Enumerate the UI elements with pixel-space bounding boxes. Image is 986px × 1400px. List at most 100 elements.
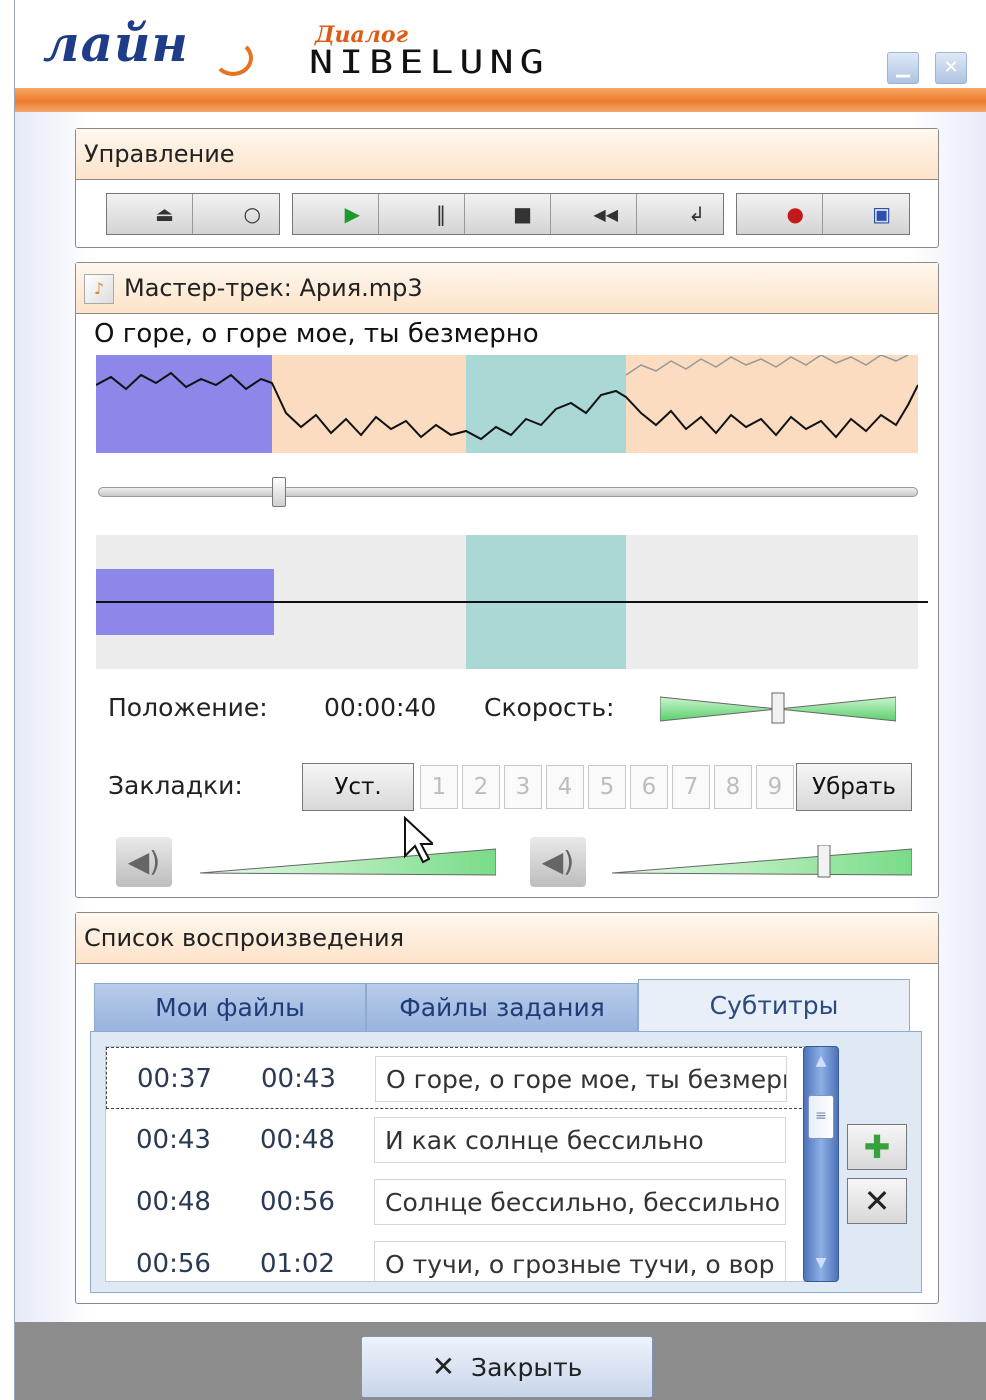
delete-subtitle-button[interactable]: ✕: [847, 1178, 907, 1224]
logo-brand: NIBELUNG: [309, 44, 550, 81]
subtitle-text-field[interactable]: Солнце бессильно, бессильно: [374, 1179, 786, 1225]
waveform-graph: [96, 355, 918, 441]
media-group: ⏏ ○: [106, 193, 280, 235]
master-track-header: ♪ Мастер-трек: Ария.mp3: [76, 263, 938, 314]
subtitle-start: 00:48: [136, 1187, 211, 1217]
speaker-left-button[interactable]: ◀): [116, 837, 172, 887]
open-button[interactable]: ○: [193, 194, 279, 234]
transport-group: ▶ ‖ ■ ◀◀ ↲: [292, 193, 724, 235]
audio-file-icon: ♪: [84, 274, 114, 304]
bookmark-3[interactable]: 3: [504, 765, 542, 809]
playlist-panel: Список воспроизведения Мои файлы Файлы з…: [75, 912, 939, 1304]
stop-button[interactable]: ■: [465, 194, 551, 234]
subtitle-end: 00:56: [260, 1187, 335, 1217]
scrollbar-thumb[interactable]: ≡: [808, 1095, 834, 1139]
speed-slider-thumb[interactable]: [771, 692, 785, 724]
master-track-panel: ♪ Мастер-трек: Ария.mp3 О горе, о горе мо…: [75, 262, 939, 898]
speed-slider[interactable]: [660, 691, 896, 727]
close-icon: ✕: [943, 57, 959, 78]
volume-left-slider[interactable]: [200, 845, 496, 879]
bookmark-1[interactable]: 1: [420, 765, 458, 809]
play-icon: ▶: [344, 202, 360, 226]
bookmark-2[interactable]: 2: [462, 765, 500, 809]
minimize-icon: ▁: [896, 57, 910, 78]
header: лайн Диалог NIBELUNG ▁ ✕: [15, 0, 986, 112]
rewind-button[interactable]: ◀◀: [551, 194, 637, 234]
subtitle-end: 00:48: [260, 1125, 335, 1155]
plus-icon: ✚: [863, 1128, 891, 1166]
bookmark-6[interactable]: 6: [630, 765, 668, 809]
scroll-down-icon[interactable]: ▼: [804, 1255, 838, 1271]
loop-icon: ↲: [688, 202, 705, 226]
close-button-label: Закрыть: [471, 1353, 583, 1382]
control-panel-title: Управление: [76, 129, 938, 180]
volume-right-thumb[interactable]: [817, 845, 831, 878]
speed-label: Скорость:: [484, 693, 615, 722]
subtitle-start: 00:43: [136, 1125, 211, 1155]
pause-button[interactable]: ‖: [379, 194, 465, 234]
lyric-text: О горе, о горе мое, ты безмерно: [94, 319, 539, 349]
eject-button[interactable]: ⏏: [107, 194, 193, 234]
subtitle-list: 00:37 00:43 О горе, о горе мое, ты безме…: [105, 1046, 827, 1282]
waveform[interactable]: [96, 355, 918, 453]
speaker-icon: ◀): [541, 845, 575, 878]
overview-line: [96, 601, 928, 603]
speaker-right-button[interactable]: ◀): [530, 837, 586, 887]
close-button[interactable]: ✕ Закрыть: [361, 1336, 653, 1398]
subtitle-text-field[interactable]: О горе, о горе мое, ты безмерно: [375, 1056, 787, 1102]
speaker-icon: ◀): [127, 845, 161, 878]
subtitle-row[interactable]: 00:56 01:02 О тучи, о грозные тучи, о во…: [106, 1233, 812, 1281]
subtitle-text-field[interactable]: О тучи, о грозные тучи, о вор: [374, 1241, 786, 1281]
subtitle-text-field[interactable]: И как солнце бессильно: [374, 1117, 786, 1163]
record-button[interactable]: ●: [737, 194, 823, 234]
tab-my-files[interactable]: Мои файлы: [94, 983, 366, 1032]
logo-swoosh: [213, 40, 253, 76]
position-label: Положение:: [108, 693, 268, 722]
tab-subtitles[interactable]: Субтитры: [638, 979, 910, 1032]
logo-main: лайн: [43, 14, 189, 73]
rewind-icon: ◀◀: [593, 204, 618, 224]
seek-slider[interactable]: [98, 487, 918, 497]
loop-button[interactable]: ↲: [637, 194, 723, 234]
header-bar: [15, 88, 986, 112]
bookmark-8[interactable]: 8: [714, 765, 752, 809]
record-icon: ●: [786, 202, 804, 226]
bookmark-7[interactable]: 7: [672, 765, 710, 809]
volume-right-slider[interactable]: [612, 845, 912, 879]
track-overview[interactable]: [96, 535, 928, 669]
circle-icon: ○: [243, 202, 261, 226]
bookmarks-label: Закладки:: [108, 771, 243, 800]
close-window-button[interactable]: ✕: [935, 52, 967, 84]
play-button[interactable]: ▶: [293, 194, 379, 234]
bookmark-4[interactable]: 4: [546, 765, 584, 809]
subtitle-start: 00:37: [137, 1064, 212, 1094]
add-subtitle-button[interactable]: ✚: [847, 1124, 907, 1170]
seek-slider-thumb[interactable]: [272, 477, 286, 507]
tab-task-files[interactable]: Файлы задания: [366, 983, 638, 1032]
scroll-up-icon[interactable]: ▲: [804, 1053, 838, 1069]
subtitle-end: 00:43: [261, 1064, 336, 1094]
master-track-title: Мастер-трек: Ария.mp3: [124, 274, 423, 302]
subtitle-row[interactable]: 00:48 00:56 Солнце бессильно, бессильно: [106, 1171, 812, 1233]
set-bookmark-button[interactable]: Уст.: [302, 763, 414, 811]
save-button[interactable]: ▣: [823, 194, 909, 234]
playlist-title: Список воспроизведения: [76, 913, 938, 964]
eject-icon: ⏏: [155, 202, 174, 226]
stop-icon: ■: [513, 202, 532, 226]
x-icon: ✕: [863, 1182, 891, 1220]
bookmark-9[interactable]: 9: [756, 765, 794, 809]
subtitles-panel: 00:37 00:43 О горе, о горе мое, ты безме…: [90, 1031, 922, 1293]
subtitle-row[interactable]: 00:43 00:48 И как солнце бессильно: [106, 1109, 812, 1171]
mouse-cursor-icon: [404, 816, 433, 864]
minimize-button[interactable]: ▁: [887, 52, 919, 84]
subtitle-scrollbar[interactable]: ▲ ≡ ▼: [803, 1046, 839, 1282]
subtitle-row[interactable]: 00:37 00:43 О горе, о горе мое, ты безме…: [106, 1047, 812, 1109]
record-group: ● ▣: [736, 193, 910, 235]
footer: ✕ Закрыть: [15, 1322, 986, 1400]
bookmark-5[interactable]: 5: [588, 765, 626, 809]
position-value: 00:00:40: [324, 693, 437, 722]
remove-bookmark-button[interactable]: Убрать: [796, 763, 912, 811]
save-icon: ▣: [872, 202, 891, 226]
subtitle-start: 00:56: [136, 1249, 211, 1279]
playlist-tabs: Мои файлы Файлы задания Субтитры: [94, 979, 910, 1033]
